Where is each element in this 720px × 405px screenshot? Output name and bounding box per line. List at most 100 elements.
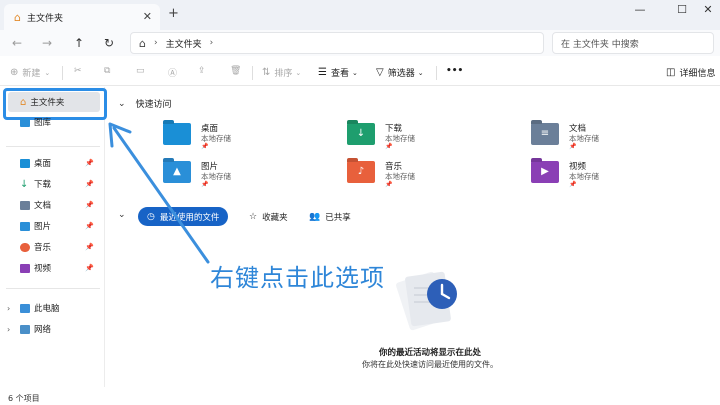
pin-icon: 📌	[385, 181, 393, 188]
home-outline-icon: ⌂	[139, 36, 146, 50]
address-input[interactable]: ⌂ › 主文件夹 ›	[130, 32, 544, 54]
chevron-down-icon: ⌄	[417, 68, 424, 77]
downloads-folder-icon: ↓	[347, 123, 375, 145]
tab-recent[interactable]: ◷ 最近使用的文件	[138, 207, 229, 226]
gallery-icon	[20, 117, 30, 127]
divider	[6, 288, 100, 289]
forward-button[interactable]: →	[38, 34, 56, 52]
sidebar-item-desktop[interactable]: 桌面 📌	[8, 153, 100, 173]
new-button[interactable]: ⊕ 新建 ⌄	[10, 66, 50, 79]
view-label: 查看	[330, 69, 349, 79]
quick-access-documents[interactable]: ≡ 文档 本地存储 📌	[531, 122, 671, 152]
sidebar-item-label: 文档	[34, 201, 52, 211]
chevron-down-icon: ⌄	[44, 68, 51, 77]
address-bar-row: ← → ↑ ↻ ⌂ › 主文件夹 › 在 主文件夹 中搜索	[0, 30, 720, 56]
sidebar-divider	[104, 87, 105, 387]
recent-collapse-chevron-icon[interactable]: ⌄	[118, 210, 126, 220]
cut-button[interactable]: ✂	[74, 66, 82, 76]
rename-button[interactable]: Ⓐ	[168, 66, 177, 79]
item-count: 6 个项目	[8, 394, 40, 403]
clock-icon: ◷	[147, 211, 155, 222]
chevron-down-icon: ⌄	[351, 68, 358, 77]
sidebar-item-network[interactable]: 网络	[8, 319, 100, 339]
breadcrumb-home[interactable]: 主文件夹	[166, 37, 202, 50]
desktop-folder-icon	[163, 123, 191, 145]
videos-folder-icon: ▶	[531, 161, 559, 183]
chip-label: 最近使用的文件	[159, 212, 220, 223]
sidebar-item-music[interactable]: 音乐 📌	[8, 237, 100, 257]
window-close-button[interactable]: ✕	[698, 3, 718, 16]
pin-icon: 📌	[85, 243, 94, 251]
quick-access-music[interactable]: ♪ 音乐 本地存储 📌	[347, 160, 487, 190]
pictures-icon	[20, 221, 30, 231]
sidebar-item-label: 桌面	[34, 159, 52, 169]
copy-icon: ⧉	[104, 66, 111, 76]
new-tab-button[interactable]: +	[168, 6, 179, 21]
sidebar-item-label: 此电脑	[34, 304, 60, 314]
pin-icon: 📌	[85, 180, 94, 188]
more-options-button[interactable]: •••	[446, 66, 463, 76]
videos-icon	[20, 263, 30, 273]
tab-shared[interactable]: 👥 已共享	[300, 207, 360, 226]
paste-button[interactable]: ▭	[136, 66, 145, 76]
breadcrumb-separator-end[interactable]: ›	[210, 38, 214, 48]
pin-icon: 📌	[85, 201, 94, 209]
music-icon	[20, 242, 30, 252]
plus-circle-icon: ⊕	[10, 67, 19, 78]
sidebar-item-gallery[interactable]: 图库	[8, 112, 100, 132]
sidebar-item-label: 音乐	[34, 243, 52, 253]
copy-button[interactable]: ⧉	[104, 66, 110, 76]
pin-icon: 📌	[85, 159, 94, 167]
sidebar-item-downloads[interactable]: ↓ 下载 📌	[8, 174, 100, 194]
filter-button[interactable]: ▽ 筛选器 ⌄	[376, 66, 424, 79]
tab-title: 主文件夹	[26, 13, 63, 24]
sidebar-item-pictures[interactable]: 图片 📌	[8, 216, 100, 236]
pictures-folder-icon: ▲	[163, 161, 191, 183]
star-icon: ☆	[249, 211, 258, 222]
sidebar-item-label: 图库	[34, 118, 52, 128]
tab-favorites[interactable]: ☆ 收藏夹	[240, 207, 297, 226]
sidebar-item-videos[interactable]: 视频 📌	[8, 258, 100, 278]
close-tab-icon[interactable]: ✕	[143, 10, 152, 23]
delete-button[interactable]: 🗑	[230, 66, 241, 76]
chevron-down-icon: ⌄	[118, 98, 126, 109]
share-button[interactable]: ⇪	[198, 66, 206, 76]
documents-icon	[20, 200, 30, 210]
refresh-button[interactable]: ↻	[100, 34, 118, 52]
minimize-button[interactable]: —	[630, 3, 650, 16]
scissors-icon: ✂	[74, 66, 82, 76]
tab-home[interactable]: ⌂ 主文件夹 ✕	[4, 4, 160, 30]
section-title: 快速访问	[135, 100, 172, 110]
trash-icon: 🗑	[230, 66, 242, 76]
quick-access-pictures[interactable]: ▲ 图片 本地存储 📌	[163, 160, 303, 190]
share-icon: ⇪	[198, 66, 206, 76]
breadcrumb-separator: ›	[153, 38, 158, 48]
quick-access-header[interactable]: ⌄ 快速访问	[118, 97, 172, 111]
sidebar-item-label: 视频	[34, 264, 52, 274]
details-pane-icon: ◫	[666, 67, 676, 78]
paste-icon: ▭	[136, 66, 145, 76]
search-input[interactable]: 在 主文件夹 中搜索	[552, 32, 714, 54]
quick-access-videos[interactable]: ▶ 视频 本地存储 📌	[531, 160, 671, 190]
pin-icon: 📌	[85, 222, 94, 230]
sort-label: 排序	[274, 69, 293, 79]
maximize-button[interactable]: ☐	[672, 3, 692, 16]
pin-icon: 📌	[85, 264, 94, 272]
sidebar-item-label: 网络	[34, 325, 52, 335]
search-placeholder: 在 主文件夹 中搜索	[561, 39, 639, 50]
sidebar-item-this-pc[interactable]: 此电脑	[8, 298, 100, 318]
filter-icon: ▽	[376, 67, 384, 78]
quick-access-desktop[interactable]: 桌面 本地存储 📌	[163, 122, 303, 152]
divider	[436, 66, 437, 80]
details-button[interactable]: ◫ 详细信息	[666, 66, 715, 79]
view-list-icon: ☰	[318, 67, 327, 78]
up-button[interactable]: ↑	[70, 34, 88, 52]
sort-button[interactable]: ⇅ 排序 ⌄	[262, 66, 301, 79]
rename-icon: Ⓐ	[168, 69, 178, 79]
pin-icon: 📌	[569, 143, 577, 150]
back-button[interactable]: ←	[8, 34, 26, 52]
quick-access-downloads[interactable]: ↓ 下载 本地存储 📌	[347, 122, 487, 152]
view-button[interactable]: ☰ 查看 ⌄	[318, 66, 358, 79]
divider	[6, 146, 100, 147]
sidebar-item-documents[interactable]: 文档 📌	[8, 195, 100, 215]
